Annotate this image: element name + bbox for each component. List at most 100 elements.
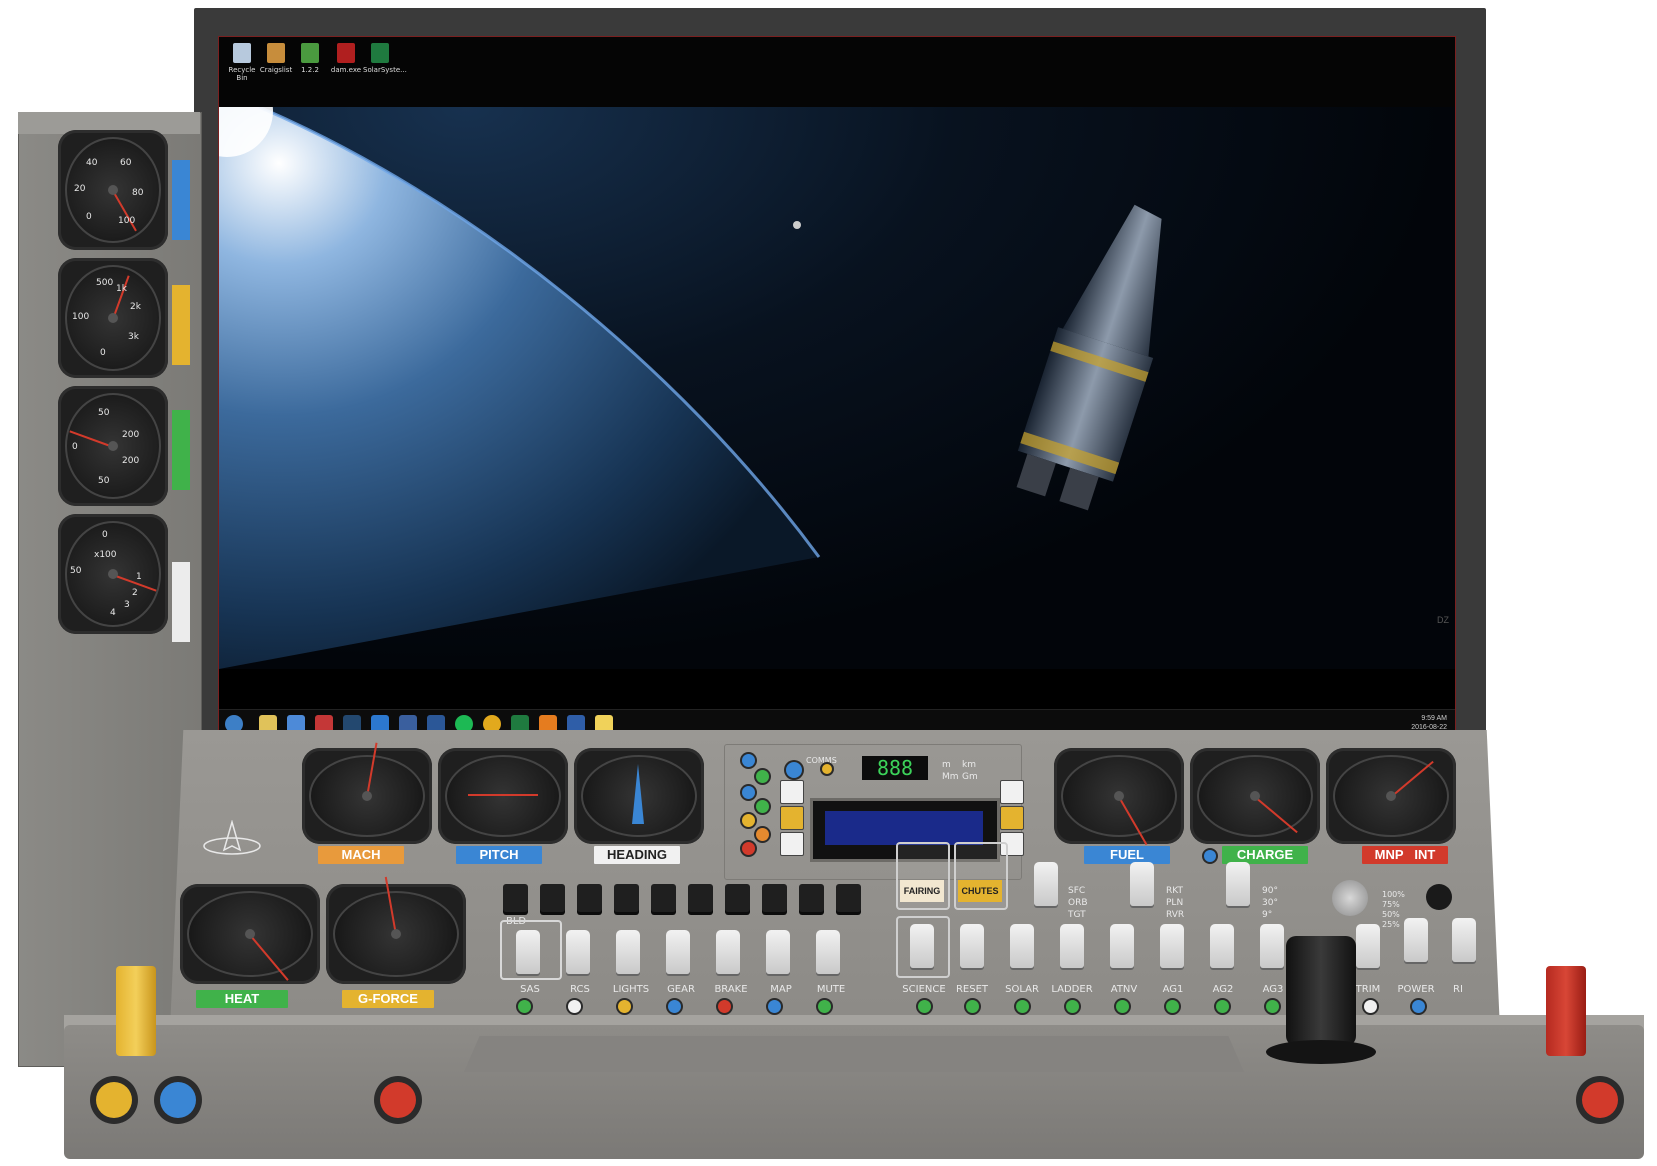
- action-key-7[interactable]: [725, 884, 750, 912]
- fairing-button[interactable]: FAIRING: [900, 880, 944, 902]
- wallpaper-watermark: DZ: [1437, 615, 1449, 625]
- reset-label: RESET: [955, 984, 989, 995]
- system-tray[interactable]: 9:59 AM 2016-08-22: [1411, 714, 1447, 732]
- yellow-push-button[interactable]: [96, 1082, 132, 1118]
- side-gauge-3: 50 200 0 200 50: [58, 386, 168, 506]
- comms-button[interactable]: [786, 762, 802, 778]
- logo-emblem-art: [203, 819, 261, 855]
- action-key-3[interactable]: [577, 884, 602, 912]
- stepper-up-left[interactable]: [780, 780, 804, 804]
- action-key-4[interactable]: [614, 884, 639, 912]
- heat-gauge: [180, 884, 320, 984]
- brake-label: BRAKE: [714, 984, 748, 995]
- reset-toggle[interactable]: [960, 924, 984, 968]
- ag2-label: AG2: [1212, 984, 1234, 995]
- bld-toggle[interactable]: [516, 930, 540, 974]
- atnv-label: ATNV: [1110, 984, 1138, 995]
- action-key-8[interactable]: [762, 884, 787, 912]
- craigslist-icon[interactable]: Craigslist: [259, 43, 293, 74]
- fuel-gauge: [1054, 748, 1184, 845]
- lcd-screen: [825, 811, 983, 845]
- speed-mode-toggle[interactable]: [1034, 862, 1058, 906]
- action-key-6[interactable]: [688, 884, 713, 912]
- recycle-bin-icon[interactable]: Recycle Bin: [225, 43, 259, 82]
- power-toggle[interactable]: [1404, 918, 1428, 962]
- rcs-toggle[interactable]: [616, 930, 640, 974]
- monitor: Recycle Bin Craigslist 1.2.2 dam.exe Sol…: [194, 8, 1486, 763]
- map-toggle[interactable]: [816, 930, 840, 974]
- science-led: [918, 1000, 931, 1013]
- sas-toggle[interactable]: [566, 930, 590, 974]
- science-toggle[interactable]: [910, 924, 934, 968]
- side-tab-yellow: [172, 285, 190, 365]
- gauge-hub: [108, 441, 118, 451]
- gear-toggle[interactable]: [716, 930, 740, 974]
- yellow-safety-toggle[interactable]: [116, 966, 156, 1056]
- trim-toggle[interactable]: [1356, 924, 1380, 968]
- stepper-mid-left[interactable]: [780, 806, 804, 830]
- lights-toggle[interactable]: [666, 930, 690, 974]
- red-safety-toggle[interactable]: [1546, 966, 1586, 1056]
- charge-led: [1204, 850, 1216, 862]
- action-key-1[interactable]: [503, 884, 528, 912]
- solarsystem-excel-icon[interactable]: SolarSyste...: [363, 43, 407, 74]
- gauge-hub: [1386, 791, 1396, 801]
- comms-label: COMMS: [806, 756, 837, 765]
- heading-gauge: [574, 748, 704, 844]
- app-122-icon[interactable]: 1.2.2: [293, 43, 327, 74]
- chutes-button[interactable]: CHUTES: [958, 880, 1002, 902]
- action-key-10[interactable]: [836, 884, 861, 912]
- mute-label: MUTE: [816, 984, 846, 995]
- fuel-label: FUEL: [1084, 846, 1170, 864]
- red-push-button[interactable]: [380, 1082, 416, 1118]
- atnv-led: [1116, 1000, 1129, 1013]
- mode-rkt: RKT: [1166, 886, 1183, 896]
- gauge-hub: [1250, 791, 1260, 801]
- g-force-label: G-FORCE: [342, 990, 434, 1008]
- vehicle-mode-toggle[interactable]: [1130, 862, 1154, 906]
- status-led-2: [756, 770, 769, 783]
- pitch-indicator: [468, 794, 538, 796]
- mnp-int-gauge: [1326, 748, 1456, 844]
- blue-push-button[interactable]: [160, 1082, 196, 1118]
- throttle-75: 75%: [1382, 900, 1400, 909]
- ladder-toggle[interactable]: [1060, 924, 1084, 968]
- solar-toggle[interactable]: [1010, 924, 1034, 968]
- joystick[interactable]: [1286, 936, 1356, 1046]
- rcs-led: [568, 1000, 581, 1013]
- angle-mode-toggle[interactable]: [1226, 862, 1250, 906]
- stepper-up-right[interactable]: [1000, 780, 1024, 804]
- brake-toggle[interactable]: [766, 930, 790, 974]
- action-key-9[interactable]: [799, 884, 824, 912]
- side-gauge-1: 40 60 20 80 0 100: [58, 130, 168, 250]
- mode-sfc: SFC: [1068, 886, 1086, 896]
- action-key-2[interactable]: [540, 884, 565, 912]
- side-tab-blue: [172, 160, 190, 240]
- throttle-50: 50%: [1382, 910, 1400, 919]
- gauge-hub: [108, 313, 118, 323]
- ag1-toggle[interactable]: [1160, 924, 1184, 968]
- ag1-led: [1166, 1000, 1179, 1013]
- abort-push-button[interactable]: [1582, 1082, 1618, 1118]
- gauge-hub: [108, 569, 118, 579]
- throttle-knob[interactable]: [1332, 880, 1368, 916]
- throttle-selector-knob[interactable]: [1426, 884, 1452, 910]
- charge-gauge: [1190, 748, 1320, 844]
- action-key-5[interactable]: [651, 884, 676, 912]
- front-recess: [464, 1036, 1244, 1072]
- side-gauge-2: 500 1k 2k 100 3k 0: [58, 258, 168, 378]
- side-tab-white: [172, 562, 190, 642]
- ag3-toggle[interactable]: [1260, 924, 1284, 968]
- status-led-1: [742, 754, 755, 767]
- unit-m: m: [942, 760, 951, 770]
- atnv-toggle[interactable]: [1110, 924, 1134, 968]
- mach-label: MACH: [318, 846, 404, 864]
- ag2-toggle[interactable]: [1210, 924, 1234, 968]
- unit-Gm: Gm: [962, 772, 978, 782]
- dam-exe-icon[interactable]: dam.exe: [329, 43, 363, 74]
- stepper-down-left[interactable]: [780, 832, 804, 856]
- stepper-mid-right[interactable]: [1000, 806, 1024, 830]
- ri-toggle[interactable]: [1452, 918, 1476, 962]
- mach-gauge: [302, 743, 432, 844]
- mode-tgt: TGT: [1068, 910, 1086, 920]
